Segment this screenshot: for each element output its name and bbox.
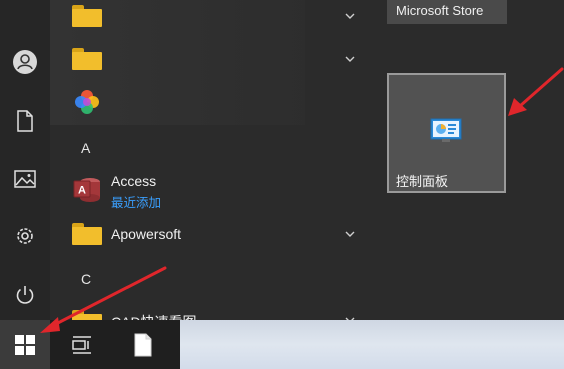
folder-icon	[72, 310, 102, 320]
control-panel-label: 控制面板	[396, 174, 449, 189]
taskbar	[0, 320, 180, 369]
recently-added-label: 最近添加	[111, 196, 162, 210]
list-item-app[interactable]	[50, 84, 370, 124]
chevron-down-icon[interactable]	[342, 312, 358, 320]
folder-icon	[72, 5, 102, 27]
power-icon[interactable]	[11, 281, 39, 309]
windows-logo-icon	[15, 334, 35, 355]
desktop-background	[180, 320, 564, 369]
settings-icon[interactable]	[11, 222, 39, 250]
user-icon[interactable]	[11, 48, 39, 76]
folder-icon	[72, 48, 102, 70]
file-icon	[134, 333, 152, 356]
svg-text:A: A	[78, 185, 86, 197]
app-list: A A Access 最近添加 Apowersoft C CAD快速看图	[50, 0, 375, 320]
control-panel-icon	[430, 118, 462, 142]
task-view-button[interactable]	[57, 320, 107, 369]
access-label: Access	[111, 173, 157, 189]
section-letter-c[interactable]: C	[81, 271, 91, 287]
chevron-down-icon[interactable]	[342, 226, 358, 242]
start-button[interactable]	[0, 320, 50, 369]
list-item-folder[interactable]	[50, 0, 370, 36]
apowersoft-label: Apowersoft	[111, 226, 182, 242]
start-menu: A A Access 最近添加 Apowersoft C CAD快速看图	[0, 0, 564, 320]
list-item-apowersoft[interactable]: Apowersoft	[50, 214, 370, 254]
microsoft-store-tile[interactable]: Microsoft Store	[387, 0, 507, 24]
tiles-area: Microsoft Store 控制面板	[375, 0, 564, 320]
task-view-icon	[72, 335, 91, 354]
app-color-icon	[75, 90, 99, 114]
access-icon: A	[73, 178, 100, 202]
chevron-down-icon[interactable]	[342, 51, 358, 67]
folder-icon	[72, 223, 102, 245]
start-rail	[0, 0, 50, 320]
pictures-icon[interactable]	[11, 165, 39, 193]
document-icon[interactable]	[11, 107, 39, 135]
cad-label: CAD快速看图	[111, 312, 197, 320]
list-item-folder[interactable]	[50, 39, 370, 79]
file-taskbar-button[interactable]	[118, 320, 168, 369]
chevron-down-icon[interactable]	[342, 8, 358, 24]
list-item-access[interactable]: A Access 最近添加	[50, 170, 370, 210]
section-letter-a[interactable]: A	[81, 140, 90, 156]
control-panel-tile[interactable]: 控制面板	[387, 73, 506, 193]
list-item-cad[interactable]: CAD快速看图	[50, 300, 370, 320]
